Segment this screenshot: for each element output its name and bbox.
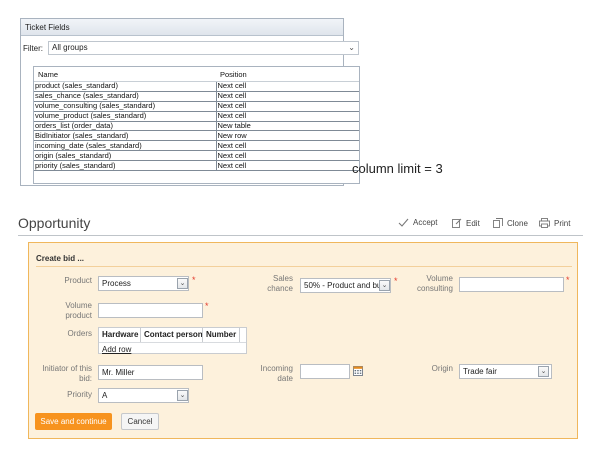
column-header-number: Number: [206, 330, 237, 339]
orders-table: Hardware Contact person Number Add row: [98, 327, 247, 354]
row-divider: [99, 342, 246, 343]
field-position: Next cell: [216, 111, 359, 122]
required-marker: *: [394, 276, 398, 286]
initiator-input[interactable]: Mr. Miller: [98, 365, 203, 380]
table-row[interactable]: BidInitiator (sales_standard) New row: [34, 130, 359, 142]
sales-chance-value: 50% - Product and bu: [304, 281, 380, 290]
edit-label: Edit: [466, 218, 480, 228]
field-name: orders_list (order_data): [34, 121, 217, 132]
chevron-down-icon: ⌄: [379, 280, 390, 291]
orders-label: Orders: [67, 329, 92, 338]
header-divider: [18, 235, 583, 236]
accept-button[interactable]: Accept: [398, 218, 437, 227]
accept-icon: [398, 218, 409, 227]
incoming-date-label: Incoming date: [260, 364, 293, 383]
required-marker: *: [205, 301, 209, 311]
field-position: Next cell: [216, 140, 359, 152]
column-divider: [140, 328, 141, 342]
column-divider: [202, 328, 203, 342]
field-position: Next cell: [216, 91, 359, 102]
column-limit-note: column limit = 3: [352, 161, 443, 176]
fields-table: Name Position product (sales_standard) Ne…: [33, 66, 360, 184]
volume-consulting-input[interactable]: [459, 277, 564, 292]
field-name: incoming_date (sales_standard): [34, 140, 217, 152]
product-select[interactable]: Process ⌄: [98, 276, 189, 291]
origin-label: Origin: [431, 364, 453, 373]
table-row[interactable]: volume_consulting (sales_standard) Next c…: [34, 101, 359, 112]
field-position: Next cell: [216, 101, 359, 112]
fields-table-grid: Name Position product (sales_standard) Ne…: [34, 67, 359, 172]
save-and-continue-button[interactable]: Save and continue: [35, 413, 112, 430]
chevron-down-icon: ⌄: [348, 43, 355, 52]
clone-icon: [493, 218, 503, 228]
column-header-hardware: Hardware: [102, 330, 139, 339]
table-row[interactable]: volume_product (sales_standard) Next cell: [34, 111, 359, 122]
field-name: origin (sales_standard): [34, 150, 217, 162]
product-value: Process: [102, 279, 131, 288]
ticket-fields-panel: Ticket Fields Filter: All groups ⌄ Name …: [20, 18, 360, 186]
cancel-button[interactable]: Cancel: [121, 413, 159, 430]
field-position: Next cell: [216, 160, 359, 172]
table-row[interactable]: incoming_date (sales_standard) Next cell: [34, 140, 359, 152]
calendar-icon[interactable]: [353, 366, 363, 376]
form-heading: Create bid ...: [36, 254, 85, 263]
field-name: priority (sales_standard): [34, 160, 217, 172]
panel-title: Ticket Fields: [21, 19, 343, 36]
table-row[interactable]: orders_list (order_data) New table: [34, 121, 359, 132]
edit-button[interactable]: Edit: [452, 218, 480, 228]
field-position: New row: [216, 130, 359, 142]
origin-select[interactable]: Trade fair ⌄: [459, 364, 552, 379]
field-name: volume_consulting (sales_standard): [34, 101, 217, 112]
field-position: Next cell: [216, 150, 359, 162]
volume-product-label: Volume product: [65, 301, 92, 320]
form-heading-divider: [36, 266, 572, 267]
priority-value: A: [102, 391, 108, 400]
priority-label: Priority: [67, 390, 92, 399]
table-header-row: Name Position: [34, 67, 359, 82]
initiator-label: Initiator of this bid:: [42, 364, 92, 383]
volume-product-input[interactable]: [98, 303, 203, 318]
origin-value: Trade fair: [463, 367, 497, 376]
field-position: Next cell: [216, 81, 359, 92]
required-marker: *: [566, 275, 570, 285]
filter-label: Filter:: [23, 44, 43, 53]
column-header-position: Position: [216, 67, 359, 82]
field-name: BidInitiator (sales_standard): [34, 130, 217, 142]
column-header-contact-person: Contact person: [144, 330, 203, 339]
print-icon: [539, 218, 550, 228]
table-row[interactable]: sales_chance (sales_standard) Next cell: [34, 91, 359, 102]
sales-chance-select[interactable]: 50% - Product and bu ⌄: [300, 278, 391, 293]
print-button[interactable]: Print: [539, 218, 570, 228]
column-divider: [239, 328, 240, 342]
table-row[interactable]: product (sales_standard) Next cell: [34, 81, 359, 92]
field-name: product (sales_standard): [34, 81, 217, 92]
print-label: Print: [554, 218, 571, 228]
clone-button[interactable]: Clone: [493, 218, 528, 228]
table-row[interactable]: origin (sales_standard) Next cell: [34, 150, 359, 162]
table-row[interactable]: priority (sales_standard) Next cell: [34, 160, 359, 172]
sales-chance-label: Sales chance: [267, 274, 293, 293]
volume-consulting-label: Volume consulting: [416, 274, 453, 293]
accept-label: Accept: [413, 218, 438, 227]
field-name: sales_chance (sales_standard): [34, 91, 217, 102]
chevron-down-icon: ⌄: [177, 390, 188, 401]
page-title: Opportunity: [18, 215, 91, 231]
clone-label: Clone: [507, 218, 528, 228]
field-position: New table: [216, 121, 359, 132]
product-label: Product: [64, 276, 92, 285]
required-marker: *: [192, 275, 196, 285]
chevron-down-icon: ⌄: [177, 278, 188, 289]
edit-icon: [452, 218, 462, 228]
column-header-name: Name: [34, 67, 216, 82]
field-name: volume_product (sales_standard): [34, 111, 217, 122]
incoming-date-input[interactable]: [300, 364, 350, 379]
chevron-down-icon: ⌄: [538, 366, 549, 377]
filter-value: All groups: [52, 43, 88, 52]
priority-select[interactable]: A ⌄: [98, 388, 189, 403]
filter-select[interactable]: All groups ⌄: [48, 41, 359, 55]
add-row-link[interactable]: Add row: [102, 345, 131, 354]
